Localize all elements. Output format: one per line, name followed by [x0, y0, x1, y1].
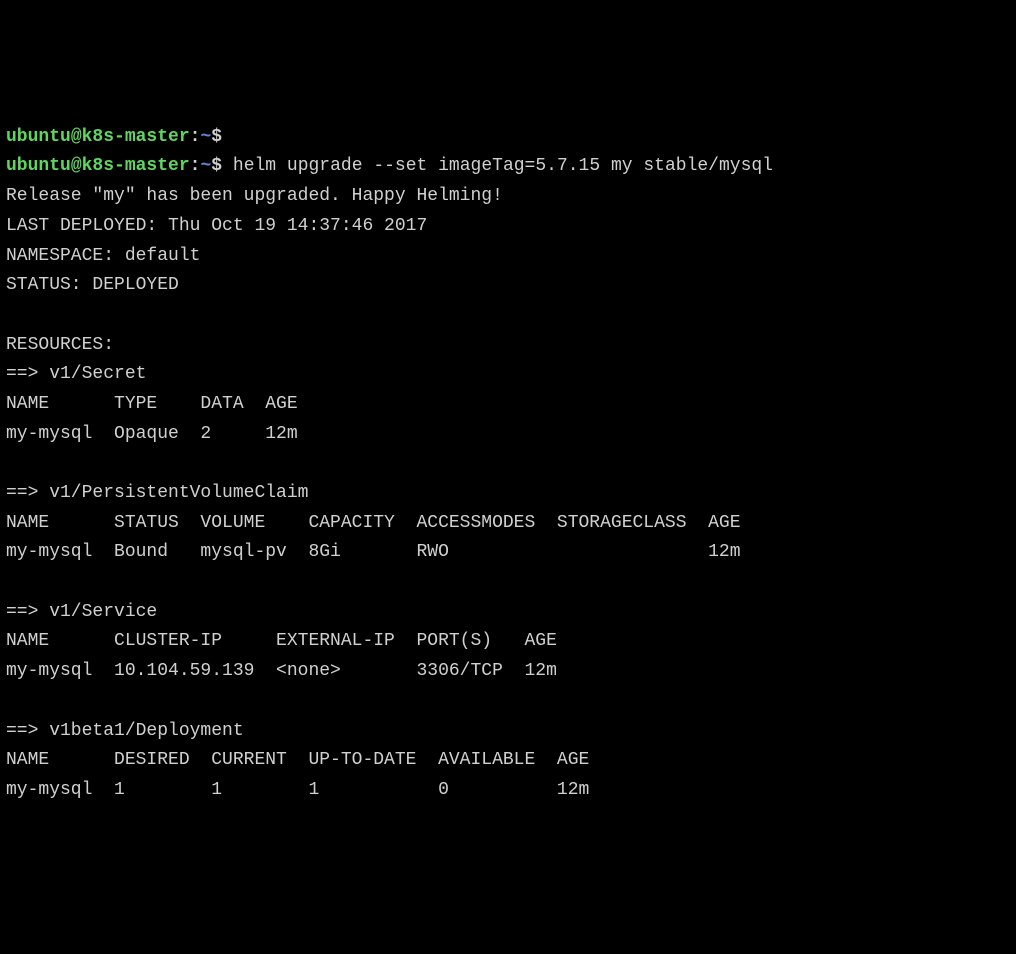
deployment-header: ==> v1beta1/Deployment — [6, 717, 1010, 747]
command-text: helm upgrade --set imageTag=5.7.15 my st… — [222, 156, 773, 176]
blank-line — [6, 301, 1010, 331]
prompt-host: k8s-master — [82, 156, 190, 176]
prompt-path: ~ — [200, 127, 211, 147]
release-message: Release "my" has been upgraded. Happy He… — [6, 182, 1010, 212]
prompt-at: @ — [71, 127, 82, 147]
prompt-user: ubuntu — [6, 127, 71, 147]
prompt-dollar: $ — [211, 127, 222, 147]
last-deployed: LAST DEPLOYED: Thu Oct 19 14:37:46 2017 — [6, 212, 1010, 242]
status: STATUS: DEPLOYED — [6, 271, 1010, 301]
prompt-colon: : — [190, 127, 201, 147]
pvc-columns: NAME STATUS VOLUME CAPACITY ACCESSMODES … — [6, 509, 1010, 539]
deployment-row: my-mysql 1 1 1 0 12m — [6, 776, 1010, 806]
blank-line — [6, 687, 1010, 717]
prompt-colon: : — [190, 156, 201, 176]
prompt-line-1[interactable]: ubuntu@k8s-master:~$ — [6, 123, 1010, 153]
secret-columns: NAME TYPE DATA AGE — [6, 390, 1010, 420]
service-columns: NAME CLUSTER-IP EXTERNAL-IP PORT(S) AGE — [6, 627, 1010, 657]
secret-header: ==> v1/Secret — [6, 360, 1010, 390]
blank-line — [6, 449, 1010, 479]
pvc-header: ==> v1/PersistentVolumeClaim — [6, 479, 1010, 509]
prompt-dollar: $ — [211, 156, 222, 176]
service-header: ==> v1/Service — [6, 598, 1010, 628]
prompt-line-2[interactable]: ubuntu@k8s-master:~$ helm upgrade --set … — [6, 152, 1010, 182]
blank-line — [6, 568, 1010, 598]
secret-row: my-mysql Opaque 2 12m — [6, 420, 1010, 450]
resources-label: RESOURCES: — [6, 331, 1010, 361]
prompt-user: ubuntu — [6, 156, 71, 176]
prompt-path: ~ — [200, 156, 211, 176]
deployment-columns: NAME DESIRED CURRENT UP-TO-DATE AVAILABL… — [6, 746, 1010, 776]
service-row: my-mysql 10.104.59.139 <none> 3306/TCP 1… — [6, 657, 1010, 687]
prompt-host: k8s-master — [82, 127, 190, 147]
pvc-row: my-mysql Bound mysql-pv 8Gi RWO 12m — [6, 538, 1010, 568]
prompt-at: @ — [71, 156, 82, 176]
namespace: NAMESPACE: default — [6, 242, 1010, 272]
